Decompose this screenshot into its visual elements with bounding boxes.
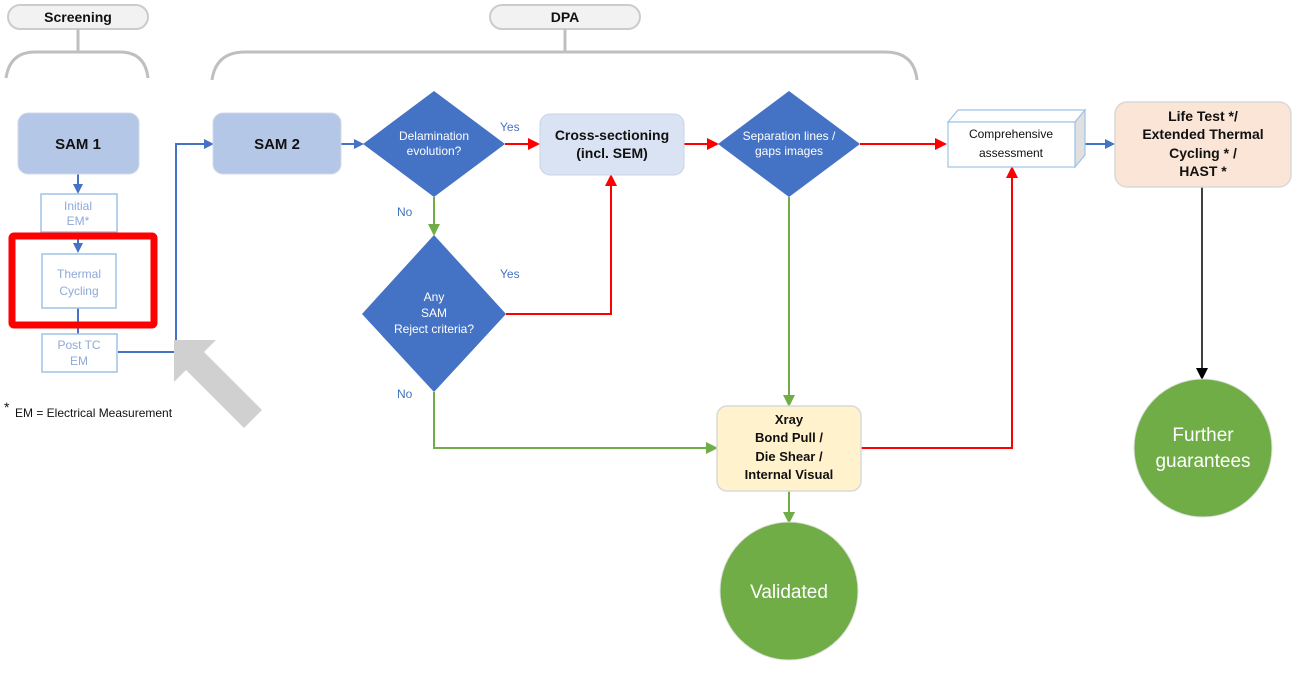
sam2-label: SAM 2: [254, 136, 300, 153]
comprehensive-line1: Comprehensive: [969, 127, 1053, 141]
comprehensive-line2: assessment: [979, 146, 1044, 160]
node-post-tc-em[interactable]: Post TC EM: [41, 333, 118, 373]
dpa-label: DPA: [551, 9, 580, 25]
anysam-yes-label: Yes: [500, 267, 520, 281]
anysam-line1: Any: [424, 290, 445, 304]
validated-label: Validated: [750, 582, 828, 603]
dpa-brace: [210, 29, 919, 81]
node-sam1[interactable]: SAM 1: [17, 112, 140, 175]
flowchart-canvas: Screening DPA SAM 1 Initial EM* Thermal …: [4, 4, 1292, 661]
lifetest-line2: Extended Thermal: [1142, 126, 1263, 142]
initial-em-line1: Initial: [64, 199, 92, 213]
screening-brace: [4, 29, 150, 79]
node-cross-sectioning[interactable]: Cross-sectioning (incl. SEM): [539, 113, 685, 176]
dpa-phase: DPA: [210, 4, 919, 81]
cross-line1: Cross-sectioning: [555, 127, 669, 143]
node-separation-decision[interactable]: Separation lines / gaps images: [718, 91, 860, 197]
delam-no-label: No: [397, 205, 413, 219]
delam-line1: Delamination: [399, 129, 469, 143]
node-sam2[interactable]: SAM 2: [212, 112, 342, 175]
arrow-anysam-cross: [506, 174, 617, 315]
arrow-xray-comprehensive: [861, 166, 1018, 449]
further-line1: Further: [1172, 425, 1234, 446]
footnote-star: *: [4, 399, 10, 415]
further-line2: guarantees: [1155, 451, 1250, 472]
separation-line1: Separation lines /: [743, 129, 836, 143]
node-comprehensive-assessment[interactable]: Comprehensive assessment: [946, 108, 1087, 169]
node-xray[interactable]: Xray Bond Pull / Die Shear / Internal Vi…: [716, 405, 862, 492]
delam-line2: evolution?: [407, 144, 462, 158]
pointer-arrow-icon: [174, 340, 262, 428]
node-delamination-decision[interactable]: Delamination evolution?: [363, 91, 505, 197]
node-initial-em[interactable]: Initial EM*: [40, 193, 118, 233]
cross-line2: (incl. SEM): [576, 145, 648, 161]
node-validated[interactable]: Validated: [719, 521, 859, 661]
lifetest-line1: Life Test */: [1168, 108, 1238, 124]
footnote: * EM = Electrical Measurement: [4, 399, 173, 420]
thermal-line2: Cycling: [59, 284, 98, 298]
xray-line3: Die Shear /: [755, 449, 823, 464]
anysam-line3: Reject criteria?: [394, 322, 474, 336]
node-any-sam-decision[interactable]: Any SAM Reject criteria?: [362, 235, 506, 392]
node-further-guarantees[interactable]: Further guarantees: [1133, 378, 1273, 518]
lifetest-line3: Cycling * /: [1169, 145, 1237, 161]
arrow-post-sam2: [118, 139, 214, 353]
initial-em-line2: EM*: [67, 214, 90, 228]
node-life-test[interactable]: Life Test */ Extended Thermal Cycling * …: [1114, 101, 1292, 188]
lifetest-line4: HAST *: [1179, 163, 1227, 179]
post-tc-line1: Post TC: [57, 338, 100, 352]
connectors: [73, 138, 1208, 524]
footnote-text: EM = Electrical Measurement: [15, 406, 173, 420]
anysam-line2: SAM: [421, 306, 447, 320]
screening-label: Screening: [44, 9, 112, 25]
sam1-label: SAM 1: [55, 136, 101, 153]
separation-line2: gaps images: [755, 144, 823, 158]
xray-line4: Internal Visual: [745, 467, 834, 482]
thermal-line1: Thermal: [57, 267, 101, 281]
xray-line1: Xray: [775, 412, 804, 427]
delam-yes-label: Yes: [500, 120, 520, 134]
screening-phase: Screening: [4, 4, 150, 79]
xray-line2: Bond Pull /: [755, 430, 823, 445]
arrow-anysam-xray: [433, 392, 718, 454]
node-thermal-cycling[interactable]: Thermal Cycling: [41, 253, 117, 309]
anysam-no-label: No: [397, 387, 413, 401]
post-tc-line2: EM: [70, 354, 88, 368]
